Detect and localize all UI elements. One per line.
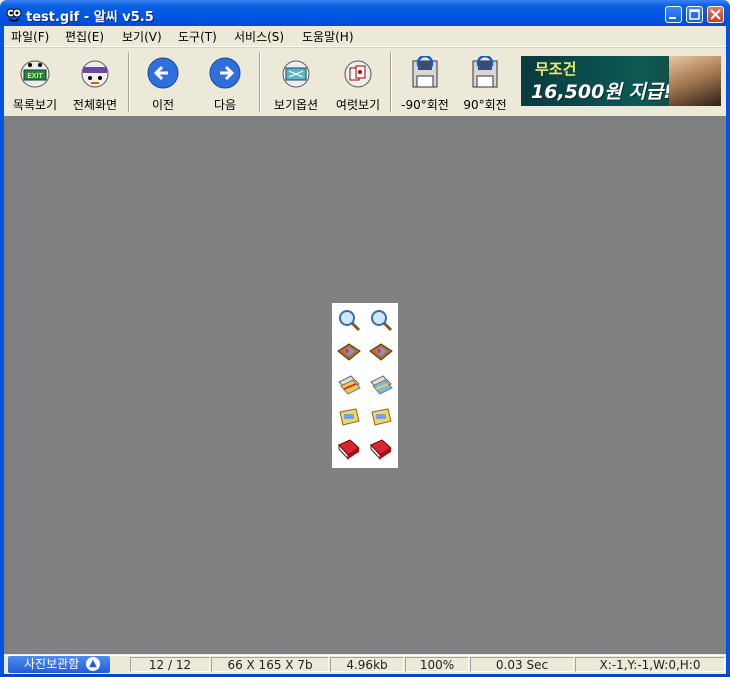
app-window: test.gif - 알씨 v5.5 파일(F) 편집(E) 보기(V) 도구(…	[0, 0, 730, 677]
ad-character-image	[669, 56, 721, 106]
minimize-button[interactable]	[665, 6, 682, 23]
view-options-mascot-icon	[282, 60, 310, 88]
rotate-right-label: 90°회전	[463, 98, 507, 112]
status-coordinates: X:-1,Y:-1,W:0,H:0	[575, 657, 725, 672]
list-view-label: 목록보기	[12, 98, 58, 112]
status-dimensions: 66 X 165 X 7b	[211, 657, 329, 672]
menu-tools[interactable]: 도구(T)	[178, 28, 217, 45]
status-load-time: 0.03 Sec	[470, 657, 574, 672]
prev-label: 이전	[151, 98, 175, 112]
rotate-left-icon	[412, 56, 438, 88]
menu-edit[interactable]: 편집(E)	[65, 28, 104, 45]
multi-view-button[interactable]: 여럿보기	[328, 48, 388, 114]
close-icon	[710, 9, 721, 20]
red-book-icon	[370, 439, 392, 461]
picture-frame-icon	[337, 343, 361, 361]
multi-view-mascot-icon	[344, 60, 372, 88]
slide-icon	[339, 408, 360, 426]
displayed-image	[332, 303, 398, 468]
ad-banner-line1: 무조건	[535, 60, 577, 78]
window-title: test.gif - 알씨 v5.5	[26, 10, 154, 25]
prev-button[interactable]: 이전	[134, 48, 192, 114]
fullscreen-label: 전체화면	[72, 98, 118, 112]
chevron-up-icon: ▲	[86, 657, 100, 671]
close-button[interactable]	[707, 6, 724, 23]
photo-stack-icon	[338, 375, 361, 395]
rotate-left-label: -90°회전	[401, 98, 449, 112]
maximize-icon	[689, 9, 700, 20]
rotate-right-icon	[472, 56, 498, 88]
toolbar: EXIT 목록보기 전체화면 이전 다음 보기옵션 여럿보기 -90°회전 90…	[4, 47, 726, 117]
exit-mascot-icon: EXIT	[20, 60, 50, 88]
fullscreen-mascot-icon	[81, 60, 109, 88]
zoom-icon	[339, 310, 361, 332]
multi-view-label: 여럿보기	[335, 98, 381, 112]
menu-view[interactable]: 보기(V)	[122, 28, 162, 45]
picture-frame-icon	[369, 343, 393, 361]
view-options-button[interactable]: 보기옵션	[266, 48, 326, 114]
photo-stack-icon	[370, 375, 393, 395]
ad-banner-line2: 16,500원 지급!!	[531, 81, 681, 103]
zoom-icon	[371, 310, 393, 332]
toolbar-separator	[259, 52, 261, 112]
image-viewer[interactable]	[4, 116, 726, 654]
fullscreen-button[interactable]: 전체화면	[66, 48, 124, 114]
rotate-right-button[interactable]: 90°회전	[456, 48, 514, 114]
status-zoom: 100%	[405, 657, 469, 672]
red-book-icon	[338, 439, 360, 461]
menu-help[interactable]: 도움말(H)	[302, 28, 354, 45]
status-page: 12 / 12	[130, 657, 210, 672]
toolbar-separator	[128, 52, 130, 112]
app-icon	[6, 8, 22, 22]
maximize-button[interactable]	[686, 6, 703, 23]
menu-bar: 파일(F) 편집(E) 보기(V) 도구(T) 서비스(S) 도움말(H)	[4, 26, 726, 47]
rotate-left-button[interactable]: -90°회전	[396, 48, 454, 114]
slide-icon	[371, 408, 392, 426]
minimize-icon	[669, 17, 676, 19]
view-options-label: 보기옵션	[273, 98, 319, 112]
menu-services[interactable]: 서비스(S)	[234, 28, 284, 45]
photo-album-button[interactable]: 사진보관함 ▲	[8, 656, 110, 673]
next-label: 다음	[213, 98, 237, 112]
menu-file[interactable]: 파일(F)	[11, 28, 49, 45]
toolbar-separator	[390, 52, 392, 112]
ad-banner[interactable]: 무조건 16,500원 지급!!	[521, 56, 721, 106]
svg-text:EXIT: EXIT	[27, 72, 43, 80]
list-view-button[interactable]: EXIT 목록보기	[6, 48, 64, 114]
arrow-right-icon	[209, 57, 241, 89]
window-frame-right	[726, 26, 730, 677]
arrow-left-icon	[147, 57, 179, 89]
status-bar: 사진보관함 ▲ 12 / 12 66 X 165 X 7b 4.96kb 100…	[4, 655, 726, 675]
photo-album-label: 사진보관함	[24, 657, 80, 671]
status-file-size: 4.96kb	[330, 657, 404, 672]
next-button[interactable]: 다음	[196, 48, 254, 114]
